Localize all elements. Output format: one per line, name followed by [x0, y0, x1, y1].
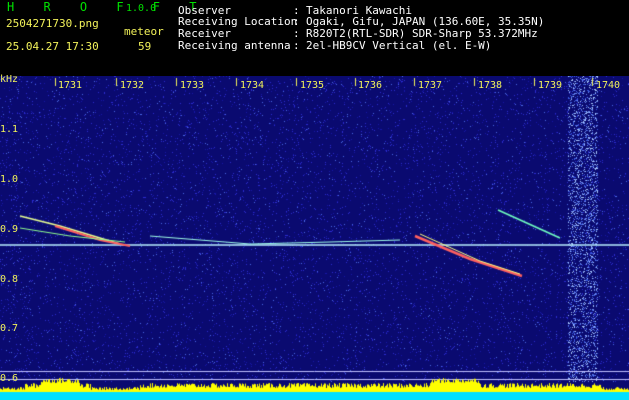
- meteor-label: meteor: [124, 25, 164, 38]
- time-label-1737: 1737: [418, 80, 443, 91]
- time-label-1735: 1735: [300, 80, 325, 91]
- info-key-antenna: Receiving antenna: [178, 39, 291, 52]
- time-label-1740: 1740: [596, 80, 621, 91]
- freq-label-1-1: 1.1: [0, 124, 19, 135]
- time-label-1738: 1738: [478, 80, 503, 91]
- time-label-1736: 1736: [358, 80, 383, 91]
- time-label-1739: 1739: [538, 80, 563, 91]
- info-sep: :: [293, 39, 300, 52]
- file-datetime: 25.04.27 17:30: [6, 40, 99, 53]
- axis-unit-label: kHz: [0, 74, 19, 85]
- spectrogram: [0, 76, 629, 400]
- freq-label-0-6: 0.6: [0, 373, 19, 384]
- app-version: 1.0.0: [126, 3, 157, 14]
- meteor-count: 59: [138, 40, 152, 53]
- freq-label-1-0: 1.0: [0, 174, 19, 185]
- freq-label-0-8: 0.8: [0, 274, 19, 285]
- info-value-antenna: 2el-HB9CV Vertical (el. E-W): [306, 39, 492, 52]
- time-label-1734: 1734: [240, 80, 265, 91]
- time-label-1733: 1733: [180, 80, 205, 91]
- file-name: 2504271730.png: [6, 17, 99, 30]
- freq-label-0-9: 0.9: [0, 224, 19, 235]
- freq-label-0-7: 0.7: [0, 323, 19, 334]
- time-label-1731: 1731: [58, 80, 83, 91]
- time-label-1732: 1732: [120, 80, 145, 91]
